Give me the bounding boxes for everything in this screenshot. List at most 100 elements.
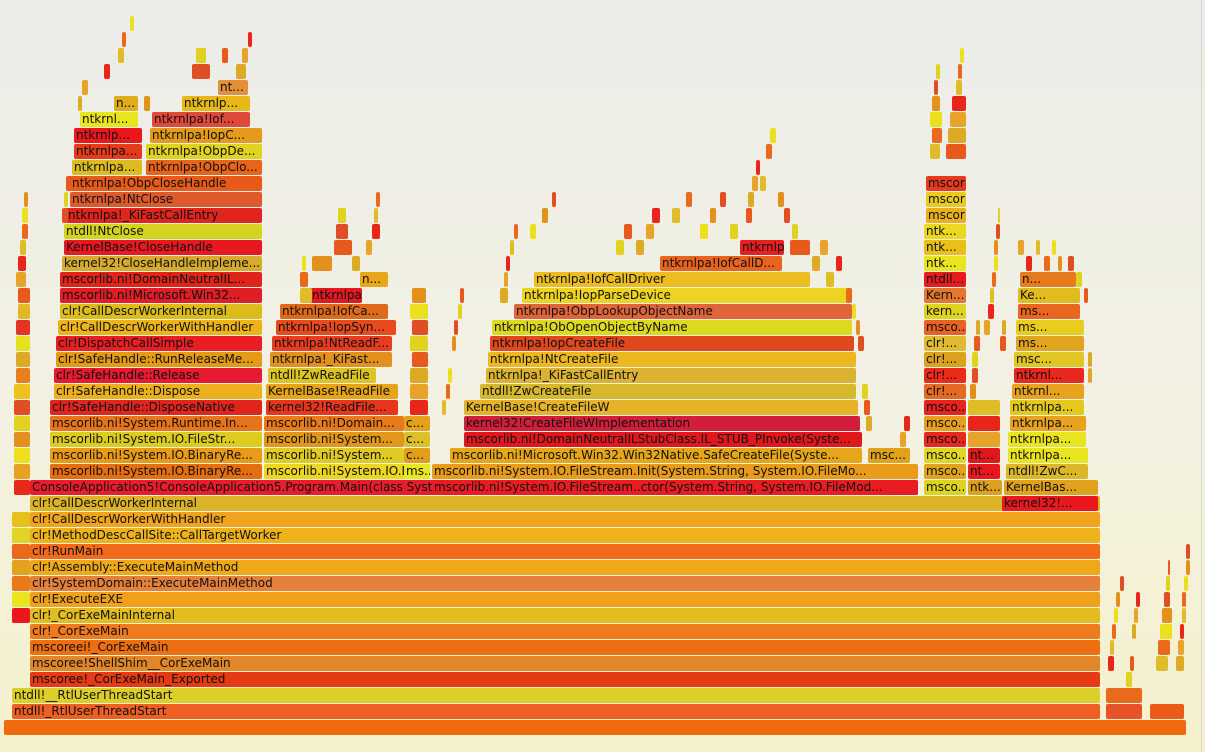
flame-frame[interactable]: n... [1020, 272, 1076, 287]
flame-frame-small[interactable] [936, 64, 940, 79]
flame-frame-small[interactable] [64, 192, 68, 207]
flame-frame[interactable]: clr!RunMain [30, 544, 1100, 559]
flame-frame[interactable] [14, 416, 30, 431]
flame-frame-small[interactable] [932, 96, 940, 111]
flame-frame-small[interactable] [1176, 656, 1184, 671]
flame-frame-small[interactable] [770, 128, 776, 143]
flame-frame[interactable] [16, 336, 30, 351]
flame-frame[interactable]: clr!SystemDomain::ExecuteMainMethod [30, 576, 1100, 591]
flame-frame[interactable]: mscorlib.ni!System.Runtime.In... [50, 416, 262, 431]
flame-frame-small[interactable] [452, 336, 456, 351]
flame-frame[interactable]: msco... [924, 400, 966, 415]
flame-frame[interactable] [968, 416, 1000, 431]
flame-frame[interactable]: mscorlib.ni!Microsoft.Win32... [60, 288, 262, 303]
flame-frame-small[interactable] [1182, 608, 1186, 623]
flame-frame-small[interactable] [412, 288, 426, 303]
flame-frame[interactable]: kernel32!CreateFileWImplementation [464, 416, 860, 431]
flame-frame-small[interactable] [20, 240, 26, 255]
flame-frame[interactable] [12, 528, 30, 543]
flame-frame[interactable] [12, 512, 30, 527]
flame-frame-small[interactable] [1114, 608, 1118, 623]
flame-frame-small[interactable] [958, 64, 962, 79]
flame-frame[interactable]: ntkrnlpa!IopC... [150, 128, 262, 143]
flame-frame-small[interactable] [242, 48, 248, 63]
flame-frame-small[interactable] [1168, 560, 1170, 575]
flame-frame[interactable]: ntkrnlp... [182, 96, 250, 111]
flame-frame[interactable]: kernel32!... [1002, 496, 1098, 511]
flame-frame[interactable]: mscoreei!_CorExeMain [30, 640, 1100, 655]
flame-frame-small[interactable] [410, 336, 428, 351]
flame-frame[interactable] [968, 432, 1000, 447]
flame-frame-small[interactable] [460, 288, 464, 303]
flame-frame[interactable]: KernelBase!ReadFile [266, 384, 398, 399]
flame-frame[interactable]: ntkrnlpa!NtClose [70, 192, 262, 207]
flame-frame[interactable]: clr!MethodDescCallSite::CallTargetWorker [30, 528, 1100, 543]
flame-frame-small[interactable] [410, 400, 428, 415]
flame-frame-small[interactable] [752, 176, 758, 191]
flame-frame[interactable] [12, 592, 30, 607]
flame-frame-small[interactable] [756, 160, 760, 175]
flame-frame[interactable]: ntkrnlpa!IofCa... [280, 304, 388, 319]
flame-frame-small[interactable] [858, 336, 864, 351]
flame-frame-small[interactable] [994, 256, 998, 271]
flame-frame-small[interactable] [144, 96, 150, 111]
flame-frame[interactable]: mscorlib.ni!System.IO.FileStream..ctor(S… [432, 480, 918, 495]
flame-frame[interactable] [18, 304, 30, 319]
flame-frame-small[interactable] [530, 224, 536, 239]
flame-frame-small[interactable] [930, 112, 942, 127]
flame-frame-small[interactable] [1044, 256, 1050, 271]
flame-frame[interactable]: mscorlib.ni!... [926, 192, 966, 207]
flame-frame-small[interactable] [442, 400, 446, 415]
flame-frame-small[interactable] [312, 256, 332, 271]
flame-frame-small[interactable] [514, 224, 518, 239]
flame-frame-small[interactable] [506, 256, 510, 271]
flame-frame-small[interactable] [16, 272, 26, 287]
flame-frame[interactable] [16, 352, 30, 367]
flame-frame-small[interactable] [372, 224, 380, 239]
flame-frame[interactable]: mscorlib.ni!... [926, 208, 966, 223]
flame-frame[interactable]: ntkrnlpa!ObOpenObjectByName [492, 320, 852, 335]
flame-frame-small[interactable] [998, 208, 1000, 223]
flame-frame-small[interactable] [778, 192, 784, 207]
flame-frame[interactable] [14, 400, 30, 415]
flame-frame[interactable]: c... [404, 416, 430, 431]
flame-frame[interactable]: ntkrnlpa!ObpCloseHandle [70, 176, 262, 191]
flame-frame[interactable]: msc... [868, 448, 910, 463]
flame-frame[interactable]: ms... [1018, 304, 1080, 319]
flame-frame[interactable]: clr!_CorExeMainInternal [30, 608, 1100, 623]
flame-frame-small[interactable] [302, 256, 306, 271]
flame-frame-small[interactable] [352, 256, 360, 271]
flame-frame-small[interactable] [22, 224, 28, 239]
flame-frame-small[interactable] [192, 64, 210, 79]
flame-frame-small[interactable] [118, 48, 124, 63]
flame-frame[interactable]: nt... [968, 464, 1000, 479]
flame-frame-small[interactable] [616, 240, 624, 255]
flame-frame[interactable]: mscorlib.ni!System.IO.BinaryRe... [50, 448, 262, 463]
flame-frame[interactable]: ntkrnlpa!IopParseDevice [522, 288, 848, 303]
flame-frame[interactable] [12, 608, 30, 623]
flame-frame-small[interactable] [1132, 624, 1136, 639]
flame-frame-small[interactable] [930, 144, 940, 159]
flame-frame[interactable]: ntkrnlpa!IopCreateFile [490, 336, 854, 351]
flame-frame-small[interactable] [784, 208, 790, 223]
flame-frame-small[interactable] [1002, 320, 1006, 335]
flame-frame-small[interactable] [934, 80, 938, 95]
flame-frame[interactable]: ntkrnlpa!NtCreateFile [488, 352, 856, 367]
flame-frame-small[interactable] [446, 384, 450, 399]
flame-frame-small[interactable] [904, 416, 910, 431]
flame-frame-small[interactable] [412, 352, 428, 367]
flame-frame-small[interactable] [974, 336, 980, 351]
flame-frame[interactable]: ntkrnl... [1012, 384, 1084, 399]
flame-frame[interactable]: n... [114, 96, 138, 111]
flame-frame-small[interactable] [812, 256, 820, 271]
flame-frame[interactable]: msco... [924, 464, 966, 479]
flame-frame-small[interactable] [410, 368, 428, 383]
flame-frame[interactable]: Kern... [924, 288, 966, 303]
flame-frame-small[interactable] [994, 240, 998, 255]
flame-frame[interactable]: ntkrnlpa!IofCallDriver [534, 272, 810, 287]
flame-frame[interactable]: ntkrnlpa!Iof... [152, 112, 250, 127]
flame-frame-small[interactable] [374, 208, 378, 223]
flame-frame[interactable]: clr!SafeHandle::RunReleaseMe... [56, 352, 262, 367]
flame-frame[interactable]: ntdll!NtClose [64, 224, 262, 239]
flame-frame[interactable]: ms... [1016, 336, 1084, 351]
